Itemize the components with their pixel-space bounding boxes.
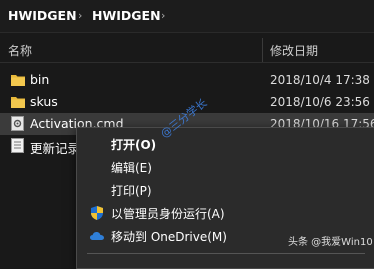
breadcrumb-item-hwidgen-parent[interactable]: HWIDGEN [8,8,77,23]
menu-item-print[interactable]: 打印(P) [77,179,374,201]
menu-item-label: 打开(O) [111,138,157,152]
column-divider[interactable] [262,38,263,62]
breadcrumb: HWIDGEN › HWIDGEN › [0,0,374,33]
column-header: 名称 修改日期 [0,36,374,62]
watermark-credit: 头条 @我爱Win10 [288,237,373,248]
column-name-header[interactable]: 名称 [8,42,32,59]
menu-item-label: 打印(P) [111,184,152,198]
cmd-file-icon [11,116,24,131]
menu-item-edit[interactable]: 编辑(E) [77,156,374,178]
file-name: skus [30,94,58,109]
text-file-icon [11,138,24,153]
onedrive-cloud-icon [90,232,104,240]
chevron-right-icon[interactable]: › [161,9,165,22]
breadcrumb-item-hwidgen-current[interactable]: HWIDGEN [92,8,161,23]
menu-item-open[interactable]: 打开(O) [77,133,374,155]
menu-item-label: 编辑(E) [111,161,152,175]
menu-item-run-as-admin[interactable]: 以管理员身份运行(A) [77,202,374,224]
uac-shield-icon [91,206,103,220]
chevron-right-icon[interactable]: › [78,9,82,22]
file-name: 更新记录 [30,141,81,156]
header-divider [0,62,374,63]
file-row-bin[interactable]: bin 2018/10/4 17:38 [0,69,374,91]
column-date-header[interactable]: 修改日期 [270,42,318,59]
folder-icon [11,97,25,108]
menu-item-label: 移动到 OneDrive(M) [111,230,227,244]
file-date: 2018/10/4 17:38 [270,73,370,87]
menu-item-label: 以管理员身份运行(A) [111,207,225,221]
file-name: bin [30,72,50,87]
folder-icon [11,75,25,86]
file-date: 2018/10/6 23:56 [270,95,370,109]
